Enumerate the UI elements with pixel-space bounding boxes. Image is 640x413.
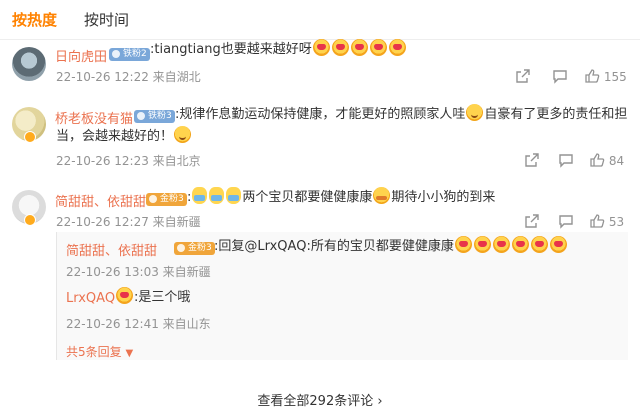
child-emoji-icon <box>192 187 208 204</box>
heart-eyes-emoji-icon <box>331 39 349 56</box>
verified-badge-icon <box>24 131 36 143</box>
comment-username[interactable]: 桥老板没有猫 <box>55 108 133 127</box>
child-emoji-icon <box>226 187 242 204</box>
child-emoji-icon <box>209 187 225 204</box>
reply-text: :是三个哦 <box>115 287 190 309</box>
comment-meta: 22-10-26 12:23 来自北京 <box>56 154 201 168</box>
reply-username[interactable]: LrxQAQ <box>66 291 115 306</box>
heart-eyes-emoji-icon <box>530 236 548 253</box>
reply-text: :回复@LrxQAQ:所有的宝贝都要健健康康 <box>214 236 568 258</box>
heart-eyes-emoji-icon <box>369 39 387 56</box>
share-icon[interactable] <box>524 152 540 168</box>
like-button[interactable]: 53 <box>589 213 624 229</box>
comment-meta: 22-10-26 12:27 来自新疆 <box>56 215 201 229</box>
heart-eyes-emoji-icon <box>388 39 406 56</box>
heart-eyes-emoji-icon <box>312 39 330 56</box>
like-count: 84 <box>608 154 625 168</box>
fan-badge[interactable]: 金粉3 <box>146 193 187 206</box>
like-count: 155 <box>603 70 627 84</box>
heart-eyes-emoji-icon <box>511 236 529 253</box>
hug-emoji-icon <box>373 187 391 204</box>
heart-eyes-emoji-icon <box>350 39 368 56</box>
view-all-comments-link[interactable]: 查看全部292条评论 › <box>0 390 640 409</box>
verified-badge-icon <box>24 214 36 226</box>
comment-username[interactable]: 简甜甜、依甜甜 <box>55 191 146 210</box>
reply-username[interactable]: 简甜甜、依甜甜 <box>66 240 157 259</box>
heart-eyes-emoji-icon <box>492 236 510 253</box>
smile-emoji-icon <box>466 104 484 121</box>
comment-meta: 22-10-26 12:22 来自湖北 <box>56 70 201 84</box>
reply-meta: 22-10-26 12:41 来自山东 <box>66 317 211 331</box>
heart-eyes-emoji-icon <box>549 236 567 253</box>
heart-eyes-emoji-icon <box>116 287 133 304</box>
comment-username[interactable]: 日向虎田 <box>55 46 107 65</box>
sort-tabs: 按热度 按时间 <box>0 0 640 40</box>
comment-text: :规律作息勤运动保持健康，才能更好的照顾家人哇 自豪有了更多的责任和担 <box>175 104 627 126</box>
fan-badge[interactable]: 金粉3 <box>174 242 215 255</box>
comment-icon[interactable] <box>558 213 574 229</box>
tab-sort-time[interactable]: 按时间 <box>84 9 129 30</box>
comment-text-continued: 当，会越来越好的！ <box>56 126 192 148</box>
like-count: 53 <box>608 215 625 229</box>
heart-eyes-emoji-icon <box>454 236 472 253</box>
like-button[interactable]: 84 <box>589 152 624 168</box>
more-replies-link[interactable]: 共5条回复 ▼ <box>66 343 133 360</box>
heart-eyes-emoji-icon <box>473 236 491 253</box>
tab-sort-hot[interactable]: 按热度 <box>12 9 57 30</box>
chevron-right-icon: › <box>377 394 383 409</box>
share-icon[interactable] <box>524 213 540 229</box>
fan-badge[interactable]: 铁粉3 <box>134 110 175 123</box>
chevron-down-icon: ▼ <box>125 348 134 359</box>
comment-text: : 两个宝贝都要健健康康 期待小小狗的到来 <box>187 187 495 209</box>
smile-emoji-icon <box>174 126 192 143</box>
avatar[interactable] <box>12 47 46 81</box>
like-button[interactable]: 155 <box>584 68 627 84</box>
fan-badge[interactable]: 铁粉2 <box>109 48 150 61</box>
reply-meta: 22-10-26 13:03 来自新疆 <box>66 265 211 279</box>
comment-icon[interactable] <box>558 152 574 168</box>
comment-text: :tiangtiang也要越来越好呀 <box>150 39 407 61</box>
share-icon[interactable] <box>515 68 531 84</box>
comment-icon[interactable] <box>552 68 568 84</box>
